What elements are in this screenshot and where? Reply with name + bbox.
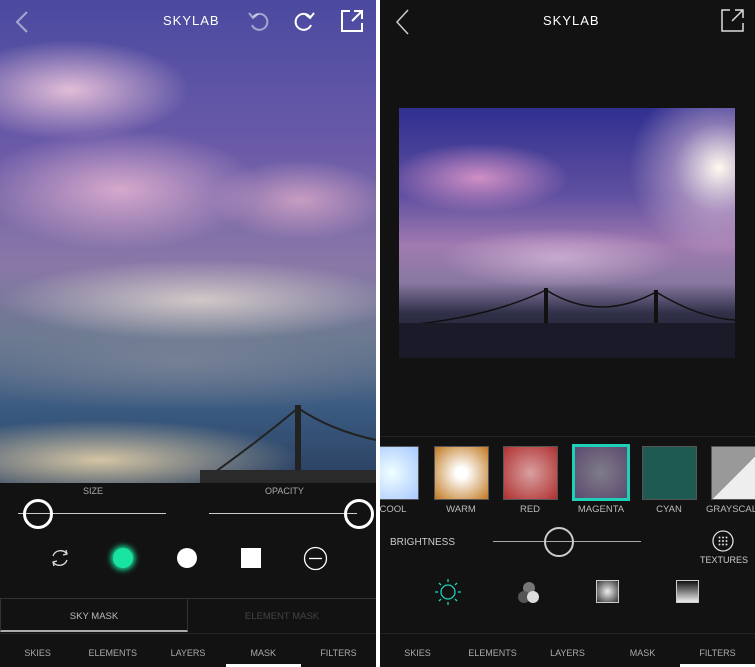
bottom-nav: SKIES ELEMENTS LAYERS MASK FILTERS — [0, 633, 376, 667]
tab-skies[interactable]: SKIES — [0, 634, 75, 667]
tab-elements[interactable]: ELEMENTS — [455, 634, 530, 667]
filter-label: GRAYSCALE — [706, 504, 755, 515]
filter-label: COOL — [380, 504, 407, 515]
sky-mask-tab[interactable]: SKY MASK — [0, 598, 188, 632]
undo-icon[interactable] — [247, 9, 271, 33]
bridge-silhouette — [399, 288, 735, 358]
filter-magenta[interactable] — [572, 444, 630, 501]
back-icon[interactable] — [14, 10, 30, 34]
tab-elements[interactable]: ELEMENTS — [75, 634, 150, 667]
erase-icon[interactable] — [303, 546, 328, 571]
element-mask-tab[interactable]: ELEMENT MASK — [188, 598, 376, 632]
mask-screen: SKYLAB SIZE OPACITY SKY MASK ELEMENT MAS… — [0, 0, 376, 667]
filter-label: CYAN — [656, 504, 682, 515]
filter-label: MAGENTA — [577, 504, 625, 515]
redo-icon[interactable] — [292, 9, 316, 33]
size-label: SIZE — [83, 486, 104, 496]
color-blend-icon[interactable] — [515, 579, 543, 607]
divider — [380, 436, 755, 437]
filter-cool[interactable] — [380, 446, 419, 500]
app-title: SKYLAB — [163, 13, 220, 28]
opacity-label: OPACITY — [265, 486, 304, 496]
textures-label: TEXTURES — [700, 555, 749, 565]
share-icon[interactable] — [720, 8, 745, 33]
filter-label: RED — [519, 504, 541, 515]
gradient-icon[interactable] — [676, 580, 699, 603]
opacity-slider-knob[interactable] — [344, 499, 374, 529]
brightness-label: BRIGHTNESS — [390, 537, 456, 548]
filter-label: WARM — [446, 504, 476, 515]
tab-mask[interactable]: MASK — [225, 634, 302, 667]
filter-red[interactable] — [503, 446, 558, 500]
back-icon[interactable] — [394, 8, 410, 36]
filters-screen: SKYLAB COOL WARM RED MAGENTA CYAN GRAYSC… — [380, 0, 755, 667]
tab-layers[interactable]: LAYERS — [530, 634, 605, 667]
app-title: SKYLAB — [543, 13, 600, 28]
filter-grayscale[interactable] — [711, 446, 755, 500]
tab-mask[interactable]: MASK — [605, 634, 680, 667]
filter-cyan[interactable] — [642, 446, 697, 500]
filtered-photo-preview — [399, 108, 735, 358]
square-brush-icon[interactable] — [241, 548, 261, 568]
vignette-icon[interactable] — [596, 580, 619, 603]
sky-photo-canvas[interactable] — [0, 0, 376, 483]
tab-skies[interactable]: SKIES — [380, 634, 455, 667]
hard-brush-icon[interactable] — [177, 548, 197, 568]
brightness-slider-knob[interactable] — [544, 527, 574, 557]
share-icon[interactable] — [340, 9, 364, 33]
tab-layers[interactable]: LAYERS — [150, 634, 225, 667]
opacity-slider[interactable] — [209, 513, 357, 514]
bottom-nav: SKIES ELEMENTS LAYERS MASK FILTERS — [380, 633, 755, 667]
soft-brush-icon[interactable] — [113, 548, 133, 568]
rotate-icon[interactable] — [49, 547, 71, 569]
bridge-silhouette — [200, 405, 376, 483]
tab-filters[interactable]: FILTERS — [680, 634, 755, 667]
textures-icon[interactable] — [712, 530, 734, 552]
tab-filters[interactable]: FILTERS — [301, 634, 376, 667]
size-slider-knob[interactable] — [23, 499, 53, 529]
brightness-sun-icon[interactable] — [434, 578, 462, 606]
filter-warm[interactable] — [434, 446, 489, 500]
